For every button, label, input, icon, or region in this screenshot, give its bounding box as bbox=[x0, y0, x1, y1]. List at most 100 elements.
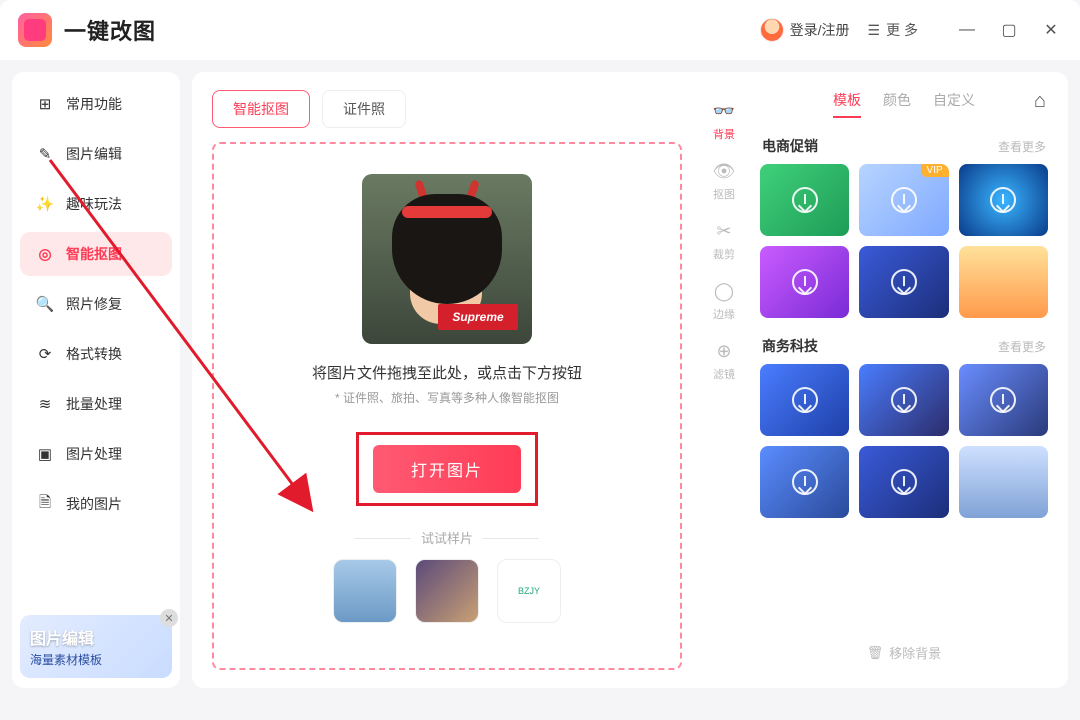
vip-badge: VIP bbox=[921, 164, 949, 177]
vtab-label: 抠图 bbox=[713, 186, 735, 202]
vtab-filter[interactable]: ⊕滤镜 bbox=[713, 340, 735, 382]
tab-id-photo[interactable]: 证件照 bbox=[322, 90, 406, 128]
vtab-label: 边缘 bbox=[713, 306, 735, 322]
login-label: 登录/注册 bbox=[790, 20, 850, 40]
promo-close-icon[interactable]: ✕ bbox=[160, 609, 178, 627]
template-card[interactable] bbox=[760, 446, 849, 518]
download-icon bbox=[891, 387, 917, 413]
see-more-2[interactable]: 查看更多 bbox=[998, 338, 1046, 355]
more-menu[interactable]: ☰ 更 多 bbox=[868, 20, 918, 40]
sidebar-item-cutout[interactable]: ◎智能抠图 bbox=[20, 232, 172, 276]
sidebar-item-process[interactable]: ▣ 图片处理 bbox=[20, 432, 172, 476]
template-card[interactable] bbox=[760, 246, 849, 318]
section-ecommerce-title: 电商促销 bbox=[762, 136, 818, 156]
vtab-label: 背景 bbox=[713, 126, 735, 142]
dropzone[interactable]: Supreme 将图片文件拖拽至此处，或点击下方按钮 * 证件照、旅拍、写真等多… bbox=[212, 142, 682, 670]
try-label: 试试样片 bbox=[421, 528, 473, 547]
sidebar-label: 格式转换 bbox=[66, 344, 122, 364]
download-icon bbox=[792, 269, 818, 295]
login-button[interactable]: 登录/注册 bbox=[760, 18, 850, 42]
hamburger-icon: ☰ bbox=[868, 22, 881, 39]
home-icon[interactable]: ⌂ bbox=[1034, 90, 1046, 113]
glasses-icon: 👓 bbox=[713, 100, 735, 122]
sparkle-icon: ✨ bbox=[36, 195, 54, 213]
download-icon bbox=[792, 387, 818, 413]
tab-smart-cutout[interactable]: 智能抠图 bbox=[212, 90, 310, 128]
trash-icon: 🗑 bbox=[867, 645, 884, 661]
sidebar-item-common[interactable]: ⊞ 常用功能 bbox=[20, 82, 172, 126]
circle-icon: ◯ bbox=[713, 280, 735, 302]
download-icon bbox=[891, 269, 917, 295]
ptab-template[interactable]: 模板 bbox=[833, 90, 861, 118]
grid-icon: ⊞ bbox=[36, 95, 54, 113]
edit-icon: ✎ bbox=[36, 145, 54, 163]
convert-icon: ⟳ bbox=[36, 345, 54, 363]
template-card[interactable] bbox=[959, 446, 1048, 518]
sidebar: ⊞ 常用功能 ✎图片编辑 ✨ 趣味玩法 ◎智能抠图 🔍 照片修复 ⟳ 格式转换 ≋ 批量处… bbox=[12, 72, 180, 688]
eye-icon: 👁 bbox=[713, 160, 735, 182]
magnify-icon: 🔍 bbox=[36, 295, 54, 313]
sidebar-item-convert[interactable]: ⟳ 格式转换 bbox=[20, 332, 172, 376]
layers-icon: ≋ bbox=[36, 395, 54, 413]
sidebar-item-batch[interactable]: ≋ 批量处理 bbox=[20, 382, 172, 426]
download-icon bbox=[891, 469, 917, 495]
sidebar-label: 我的图片 bbox=[66, 494, 122, 514]
sidebar-item-edit[interactable]: ✎图片编辑 bbox=[20, 132, 172, 176]
download-icon bbox=[990, 387, 1016, 413]
vtab-edge[interactable]: ◯ 边缘 bbox=[713, 280, 735, 322]
sample-thumb-2[interactable] bbox=[415, 559, 479, 623]
vtab-background[interactable]: 👓 背景 bbox=[713, 100, 735, 142]
more-label: 更 多 bbox=[886, 20, 918, 40]
remove-bg-button[interactable]: 🗑 移除背景 bbox=[760, 635, 1048, 670]
template-card[interactable] bbox=[859, 364, 948, 436]
see-more-1[interactable]: 查看更多 bbox=[998, 138, 1046, 155]
file-icon: 🗎 bbox=[36, 495, 54, 513]
template-card[interactable] bbox=[959, 164, 1048, 236]
image-icon: ▣ bbox=[36, 445, 54, 463]
sidebar-label: 批量处理 bbox=[66, 394, 122, 414]
sidebar-label: 趣味玩法 bbox=[66, 194, 122, 214]
sidebar-label: 图片处理 bbox=[66, 444, 122, 464]
download-icon bbox=[891, 187, 917, 213]
sidebar-label: 照片修复 bbox=[66, 294, 122, 314]
ptab-color[interactable]: 颜色 bbox=[883, 90, 911, 118]
promo-card[interactable]: ✕ 图片编辑 海量素材模板 bbox=[20, 615, 172, 678]
sidebar-label: 常用功能 bbox=[66, 94, 122, 114]
download-icon bbox=[990, 187, 1016, 213]
vtab-cutout[interactable]: 👁 抠图 bbox=[713, 160, 735, 202]
sidebar-item-restore[interactable]: 🔍 照片修复 bbox=[20, 282, 172, 326]
close-button[interactable]: ✕ bbox=[1040, 19, 1062, 41]
template-card[interactable] bbox=[760, 364, 849, 436]
vtab-crop[interactable]: ✂裁剪 bbox=[713, 220, 735, 262]
open-highlight: 打开图片 bbox=[356, 432, 538, 506]
minimize-button[interactable]: — bbox=[956, 19, 978, 41]
sample-image: Supreme bbox=[362, 174, 532, 344]
dropzone-sub: * 证件照、旅拍、写真等多种人像智能抠图 bbox=[335, 389, 559, 406]
template-card[interactable] bbox=[959, 246, 1048, 318]
filter-icon: ⊕ bbox=[713, 340, 735, 362]
ptab-custom[interactable]: 自定义 bbox=[933, 90, 975, 118]
template-card[interactable] bbox=[760, 164, 849, 236]
template-card[interactable] bbox=[859, 446, 948, 518]
remove-bg-label: 移除背景 bbox=[889, 643, 941, 662]
maximize-button[interactable]: ▢ bbox=[998, 19, 1020, 41]
template-card[interactable]: VIP bbox=[859, 164, 948, 236]
sample-thumb-1[interactable] bbox=[333, 559, 397, 623]
download-icon bbox=[792, 469, 818, 495]
vtab-label: 裁剪 bbox=[713, 246, 735, 262]
target-icon: ◎ bbox=[36, 245, 54, 263]
promo-sub: 海量素材模板 bbox=[30, 651, 162, 668]
avatar-icon bbox=[760, 18, 784, 42]
template-card[interactable] bbox=[959, 364, 1048, 436]
download-icon bbox=[792, 187, 818, 213]
sample-thumb-3[interactable]: BZJY bbox=[497, 559, 561, 623]
app-logo bbox=[18, 13, 52, 47]
sidebar-item-myfiles[interactable]: 🗎 我的图片 bbox=[20, 482, 172, 526]
supreme-badge: Supreme bbox=[438, 304, 518, 330]
section-tech-title: 商务科技 bbox=[762, 336, 818, 356]
sidebar-item-fun[interactable]: ✨ 趣味玩法 bbox=[20, 182, 172, 226]
template-card[interactable] bbox=[859, 246, 948, 318]
app-title: 一键改图 bbox=[64, 14, 156, 46]
open-image-button[interactable]: 打开图片 bbox=[373, 445, 521, 493]
dropzone-text: 将图片文件拖拽至此处，或点击下方按钮 bbox=[312, 362, 582, 383]
